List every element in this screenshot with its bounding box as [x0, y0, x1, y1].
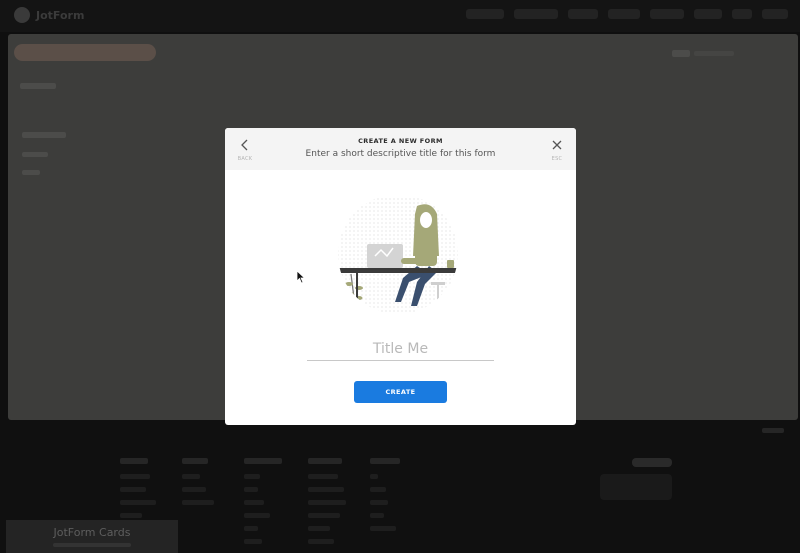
sidebar-item[interactable]: [22, 132, 66, 138]
logo-text: JotForm: [36, 8, 85, 22]
footer-column: [244, 458, 284, 552]
mouse-pointer-icon: [296, 270, 306, 284]
close-button-label: ESC: [551, 156, 563, 162]
woman-at-desk-illustration: [338, 198, 458, 314]
sort-label: [694, 51, 734, 56]
footer-column: [120, 458, 156, 526]
nav-link[interactable]: [694, 9, 722, 19]
footer-link[interactable]: [762, 428, 784, 433]
nav-link[interactable]: [568, 9, 598, 19]
nav-link[interactable]: [650, 9, 684, 19]
create-button[interactable]: CREATE: [354, 381, 447, 403]
footer-column: [182, 458, 216, 513]
form-title-input[interactable]: [307, 338, 494, 361]
sidebar-item[interactable]: [20, 83, 56, 89]
close-icon: [552, 140, 562, 150]
nav-link[interactable]: [514, 9, 558, 19]
close-button[interactable]: ESC: [546, 136, 568, 162]
top-navigation-bar: JotForm: [0, 0, 800, 32]
jotform-cards-tab[interactable]: JotForm Cards: [6, 520, 178, 553]
footer-app-badge[interactable]: [600, 474, 672, 500]
nav-link[interactable]: [762, 9, 788, 19]
nav-link[interactable]: [608, 9, 640, 19]
modal-title: CREATE A NEW FORM: [358, 137, 443, 145]
sidebar-item[interactable]: [22, 170, 40, 175]
jotform-logo-icon: [14, 7, 30, 23]
search-bar[interactable]: [14, 44, 156, 61]
top-nav-links: [466, 9, 788, 19]
modal-subtitle: Enter a short descriptive title for this…: [305, 149, 496, 159]
nav-link[interactable]: [732, 9, 752, 19]
sort-control[interactable]: [672, 50, 690, 57]
jotform-logo[interactable]: JotForm: [14, 7, 84, 23]
sidebar-item[interactable]: [22, 152, 48, 157]
footer-column: [370, 458, 404, 539]
nav-link[interactable]: [466, 9, 504, 19]
create-form-modal: BACK CREATE A NEW FORM Enter a short des…: [225, 128, 576, 425]
footer-column: [308, 458, 348, 552]
cards-tab-title: JotForm Cards: [53, 526, 131, 539]
cards-tab-subtitle: [53, 543, 131, 547]
modal-header: BACK CREATE A NEW FORM Enter a short des…: [225, 128, 576, 170]
footer-badge[interactable]: [632, 458, 672, 467]
